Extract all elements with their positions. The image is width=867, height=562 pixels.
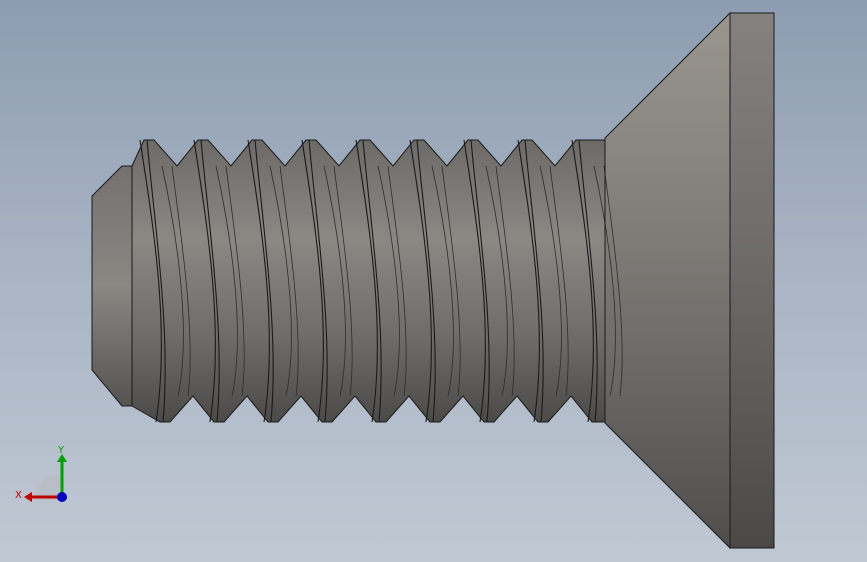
y-axis-label: Y bbox=[57, 445, 65, 456]
screw-model[interactable] bbox=[0, 0, 867, 562]
tip-chamfer bbox=[91, 165, 133, 407]
head-cap bbox=[729, 12, 775, 549]
x-axis-label: X bbox=[15, 490, 22, 501]
z-axis-dot bbox=[57, 492, 67, 502]
head-cone bbox=[604, 11, 731, 550]
axis-triad: X Y bbox=[15, 445, 67, 502]
graphics-viewport[interactable]: X Y bbox=[0, 0, 867, 562]
thread-profile bbox=[131, 139, 606, 423]
x-axis-arrowhead bbox=[24, 492, 32, 502]
